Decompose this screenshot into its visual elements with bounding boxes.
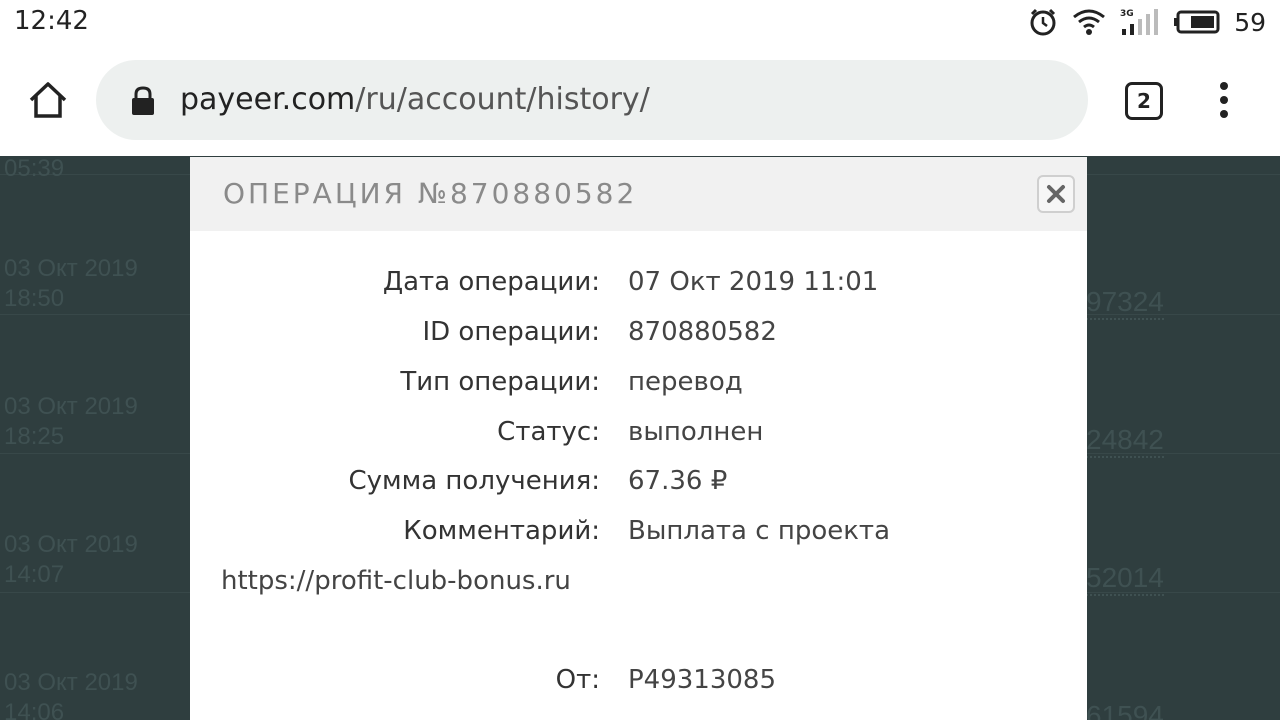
tab-switcher-button[interactable]: 2: [1125, 82, 1163, 120]
history-row-number: 52014: [1086, 562, 1164, 596]
address-bar[interactable]: payeer.com/ru/account/history/: [96, 60, 1088, 140]
type-value: перевод: [628, 367, 743, 397]
modal-header: ОПЕРАЦИЯ №870880582: [190, 157, 1087, 231]
signal-icon: 3G: [1120, 7, 1160, 37]
amount-label: Сумма получения:: [348, 466, 600, 496]
home-button[interactable]: [24, 76, 72, 124]
date-value: 07 Окт 2019 11:01: [628, 267, 879, 297]
history-row-time: 18:25: [4, 423, 65, 450]
history-row-date: 03 Окт 2019: [4, 669, 138, 696]
browser-toolbar: payeer.com/ru/account/history/ 2: [0, 44, 1280, 156]
status-time: 12:42: [14, 6, 89, 36]
from-value: P49313085: [628, 665, 777, 695]
status-label: Статус:: [497, 417, 600, 447]
history-row-time: 14:06: [4, 699, 65, 720]
history-row-number: 61594: [1086, 700, 1164, 720]
comment-value: Выплата с проекта: [628, 516, 891, 546]
id-label: ID операции:: [422, 317, 600, 347]
close-button[interactable]: [1037, 175, 1075, 213]
operation-modal: ОПЕРАЦИЯ №870880582 Дата операции: 07 Ок…: [190, 157, 1087, 720]
type-label: Тип операции:: [400, 367, 600, 397]
battery-percent: 59: [1234, 7, 1266, 37]
menu-dot-icon: [1220, 110, 1228, 118]
battery-icon: [1174, 10, 1220, 34]
history-row-time: 18:50: [4, 285, 65, 312]
url-text: payeer.com/ru/account/history/: [180, 80, 650, 120]
id-value: 870880582: [628, 317, 777, 347]
lock-icon: [130, 86, 156, 120]
wifi-icon: [1072, 8, 1106, 36]
history-row-date: 03 Окт 2019: [4, 393, 138, 420]
modal-title: ОПЕРАЦИЯ №870880582: [223, 177, 638, 210]
menu-dot-icon: [1220, 96, 1228, 104]
home-icon: [29, 82, 67, 118]
amount-value: 67.36 ₽: [628, 466, 728, 496]
history-row-date: 03 Окт 2019: [4, 255, 138, 282]
from-label: От:: [555, 665, 600, 695]
status-bar: 12:42 3G 59: [0, 0, 1280, 44]
close-icon: [1047, 185, 1065, 203]
history-row-number: 24842: [1086, 424, 1164, 458]
history-row-time: 14:07: [4, 561, 65, 588]
more-menu-button[interactable]: [1208, 76, 1240, 124]
network-type-label: 3G: [1120, 9, 1134, 19]
alarm-icon: [1028, 7, 1058, 37]
status-icons: 3G 59: [1028, 6, 1266, 38]
date-label: Дата операции:: [382, 267, 600, 297]
comment-label: Комментарий:: [403, 516, 600, 546]
url-path: /ru/account/history/: [355, 82, 650, 117]
menu-dot-icon: [1220, 82, 1228, 90]
tab-count: 2: [1137, 89, 1151, 113]
comment-url: https://profit-club-bonus.ru: [221, 566, 571, 596]
history-row-date: 03 Окт 2019: [4, 531, 138, 558]
status-value: выполнен: [628, 417, 764, 447]
url-host: payeer.com: [180, 82, 356, 117]
